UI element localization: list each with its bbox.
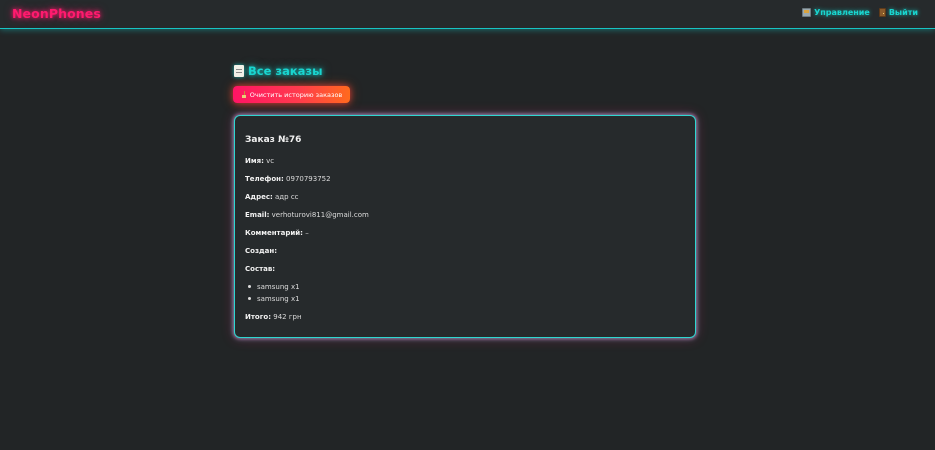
order-items-list: samsung x1 samsung x1 bbox=[248, 283, 300, 307]
order-comment-value: – bbox=[305, 229, 309, 237]
control-panel-icon bbox=[802, 8, 812, 17]
order-comment-label: Комментарий: bbox=[245, 229, 303, 237]
order-created-label: Создан: bbox=[245, 247, 278, 255]
order-name-field: Имя: vc bbox=[245, 157, 274, 165]
order-card: Заказ №76 Имя: vc Телефон: 0970793752 Ад… bbox=[234, 115, 696, 338]
order-address-label: Адрес: bbox=[245, 193, 273, 201]
order-total-value: 942 грн bbox=[273, 313, 302, 321]
order-phone-field: Телефон: 0970793752 bbox=[245, 175, 331, 183]
order-email-label: Email: bbox=[245, 211, 270, 219]
order-phone-label: Телефон: bbox=[245, 175, 284, 183]
scroll-icon bbox=[234, 65, 244, 77]
top-navbar: NeonPhones Управление Выйти bbox=[0, 0, 935, 29]
order-comment-field: Комментарий: – bbox=[245, 229, 309, 237]
list-item: samsung x1 bbox=[248, 295, 300, 307]
order-items-label: Состав: bbox=[245, 265, 276, 273]
order-address-value: адр сс bbox=[275, 193, 299, 201]
door-icon bbox=[878, 8, 886, 17]
nav-manage-link[interactable]: Управление bbox=[802, 8, 870, 17]
order-email-value: verhoturovi811@gmail.com bbox=[271, 211, 369, 219]
order-address-field: Адрес: адр сс bbox=[245, 193, 299, 201]
order-total-label: Итого: bbox=[245, 313, 271, 321]
order-name-label: Имя: bbox=[245, 157, 264, 165]
page-title: Все заказы bbox=[234, 64, 322, 78]
clear-history-button[interactable]: Очистить историю заказов bbox=[233, 86, 350, 103]
nav-logout-link[interactable]: Выйти bbox=[878, 8, 918, 17]
list-item: samsung x1 bbox=[248, 283, 300, 295]
order-phone-value: 0970793752 bbox=[286, 175, 331, 183]
nav-links: Управление Выйти bbox=[802, 8, 918, 17]
nav-logout-label: Выйти bbox=[888, 8, 918, 17]
order-name-value: vc bbox=[266, 157, 275, 165]
nav-manage-label: Управление bbox=[814, 8, 870, 17]
order-title: Заказ №76 bbox=[245, 135, 302, 145]
page-title-text: Все заказы bbox=[248, 64, 323, 78]
order-email-field: Email: verhoturovi811@gmail.com bbox=[245, 211, 369, 219]
order-created-field: Создан: bbox=[245, 247, 277, 255]
order-total-field: Итого: 942 грн bbox=[245, 313, 302, 321]
clear-history-label: Очистить историю заказов bbox=[249, 90, 343, 99]
order-items-heading: Состав: bbox=[245, 265, 275, 273]
broom-icon bbox=[241, 91, 247, 98]
brand-logo[interactable]: NeonPhones bbox=[12, 6, 101, 21]
